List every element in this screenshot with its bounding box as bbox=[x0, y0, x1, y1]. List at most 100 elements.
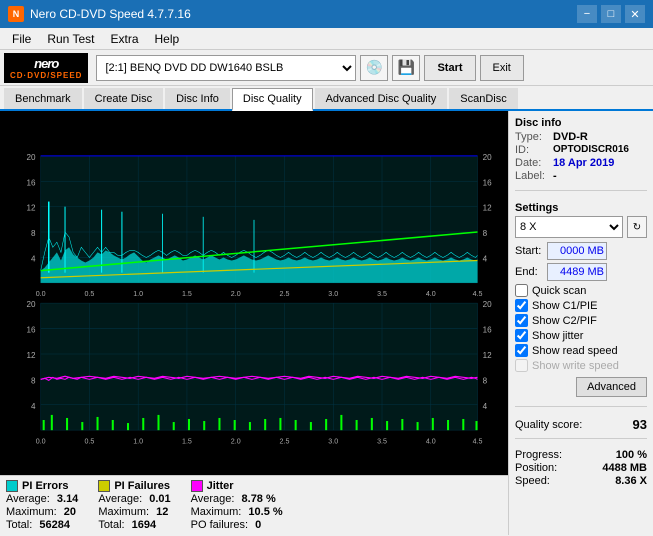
speed-row: 8 X ↻ bbox=[515, 216, 647, 238]
stats-bar: PI Errors Average: 3.14 Maximum: 20 Tota… bbox=[0, 475, 508, 535]
maximize-button[interactable]: □ bbox=[601, 5, 621, 23]
settings-title: Settings bbox=[515, 202, 647, 214]
quick-scan-label: Quick scan bbox=[532, 285, 586, 297]
svg-text:20: 20 bbox=[483, 300, 493, 309]
pi-errors-avg-label: Average: bbox=[6, 493, 50, 505]
pi-failures-max-label: Maximum: bbox=[98, 506, 149, 518]
show-read-speed-checkbox[interactable] bbox=[515, 344, 528, 357]
pi-errors-color bbox=[6, 480, 18, 492]
menubar: File Run Test Extra Help bbox=[0, 28, 653, 50]
jitter-color bbox=[191, 480, 203, 492]
pi-failures-color bbox=[98, 480, 110, 492]
right-panel: Disc info Type: DVD-R ID: OPTODISCR016 D… bbox=[508, 111, 653, 535]
quality-score-label: Quality score: bbox=[515, 419, 582, 431]
exit-button[interactable]: Exit bbox=[480, 55, 524, 81]
pi-errors-total-label: Total: bbox=[6, 519, 32, 531]
quick-scan-checkbox[interactable] bbox=[515, 284, 528, 297]
jitter-po-label: PO failures: bbox=[191, 519, 248, 531]
svg-text:1.5: 1.5 bbox=[182, 437, 192, 445]
svg-text:3.5: 3.5 bbox=[377, 290, 387, 298]
tab-scandisc[interactable]: ScanDisc bbox=[449, 88, 517, 109]
pi-errors-header: PI Errors bbox=[6, 480, 78, 492]
start-input[interactable] bbox=[547, 242, 607, 260]
disc-id-row: ID: OPTODISCR016 bbox=[515, 144, 647, 156]
show-c1-pie-checkbox[interactable] bbox=[515, 299, 528, 312]
eject-button[interactable]: 💿 bbox=[360, 55, 388, 81]
show-c2-pif-checkbox[interactable] bbox=[515, 314, 528, 327]
svg-text:16: 16 bbox=[27, 178, 37, 187]
progress-row: Progress: 100 % bbox=[515, 449, 647, 461]
pi-failures-max: Maximum: 12 bbox=[98, 506, 170, 518]
tab-benchmark[interactable]: Benchmark bbox=[4, 88, 82, 109]
svg-text:12: 12 bbox=[27, 204, 37, 213]
tab-disc-quality[interactable]: Disc Quality bbox=[232, 88, 313, 111]
show-jitter-row[interactable]: Show jitter bbox=[515, 329, 647, 342]
tab-create-disc[interactable]: Create Disc bbox=[84, 88, 163, 109]
progress-value: 100 % bbox=[616, 449, 647, 461]
speed-row: Speed: 8.36 X bbox=[515, 475, 647, 487]
speed-value: 8.36 X bbox=[615, 475, 647, 487]
show-jitter-checkbox[interactable] bbox=[515, 329, 528, 342]
start-mb-row: Start: bbox=[515, 242, 647, 260]
pi-errors-max-value: 20 bbox=[64, 506, 76, 518]
svg-text:3.0: 3.0 bbox=[328, 437, 338, 445]
jitter-avg-value: 8.78 % bbox=[242, 493, 276, 505]
svg-text:8: 8 bbox=[483, 229, 488, 238]
show-c1-pie-row[interactable]: Show C1/PIE bbox=[515, 299, 647, 312]
nero-logo-bottom: CD·DVD/SPEED bbox=[10, 71, 82, 80]
main-content: 20 16 12 8 4 20 16 12 8 4 bbox=[0, 111, 653, 535]
jitter-max: Maximum: 10.5 % bbox=[191, 506, 283, 518]
svg-text:4: 4 bbox=[483, 255, 488, 264]
position-row: Position: 4488 MB bbox=[515, 462, 647, 474]
start-label: Start: bbox=[515, 245, 543, 257]
pi-errors-total-value: 56284 bbox=[39, 519, 70, 531]
end-mb-row: End: bbox=[515, 263, 647, 281]
show-read-speed-row[interactable]: Show read speed bbox=[515, 344, 647, 357]
tab-bar: Benchmark Create Disc Disc Info Disc Qua… bbox=[0, 86, 653, 111]
speed-select[interactable]: 8 X bbox=[515, 216, 623, 238]
end-input[interactable] bbox=[547, 263, 607, 281]
menu-help[interactable]: Help bbox=[147, 30, 188, 48]
minimize-button[interactable]: − bbox=[577, 5, 597, 23]
svg-text:2.5: 2.5 bbox=[280, 437, 290, 445]
svg-text:0.5: 0.5 bbox=[84, 290, 94, 298]
pi-errors-max-label: Maximum: bbox=[6, 506, 57, 518]
tab-disc-info[interactable]: Disc Info bbox=[165, 88, 230, 109]
speed-refresh-button[interactable]: ↻ bbox=[627, 216, 647, 238]
start-button[interactable]: Start bbox=[424, 55, 475, 81]
jitter-header: Jitter bbox=[191, 480, 283, 492]
save-button[interactable]: 💾 bbox=[392, 55, 420, 81]
pi-failures-avg-label: Average: bbox=[98, 493, 142, 505]
settings-section: Settings 8 X ↻ Start: End: Quick scan bbox=[515, 202, 647, 400]
menu-file[interactable]: File bbox=[4, 30, 39, 48]
pi-failures-total-label: Total: bbox=[98, 519, 124, 531]
pi-failures-avg: Average: 0.01 bbox=[98, 493, 170, 505]
titlebar-controls[interactable]: − □ ✕ bbox=[577, 5, 645, 23]
pi-errors-total: Total: 56284 bbox=[6, 519, 78, 531]
svg-text:4: 4 bbox=[483, 402, 488, 411]
toolbar: nero CD·DVD/SPEED [2:1] BENQ DVD DD DW16… bbox=[0, 50, 653, 86]
menu-extra[interactable]: Extra bbox=[102, 30, 146, 48]
svg-text:8: 8 bbox=[31, 229, 36, 238]
pi-errors-label: PI Errors bbox=[22, 480, 68, 492]
close-button[interactable]: ✕ bbox=[625, 5, 645, 23]
svg-text:16: 16 bbox=[483, 326, 493, 335]
tab-advanced-disc-quality[interactable]: Advanced Disc Quality bbox=[315, 88, 448, 109]
show-c2-pif-row[interactable]: Show C2/PIF bbox=[515, 314, 647, 327]
svg-text:4: 4 bbox=[31, 255, 36, 264]
show-write-speed-checkbox[interactable] bbox=[515, 359, 528, 372]
svg-text:16: 16 bbox=[27, 326, 37, 335]
show-c1-pie-label: Show C1/PIE bbox=[532, 300, 597, 312]
titlebar-left: N Nero CD-DVD Speed 4.7.7.16 bbox=[8, 6, 191, 22]
advanced-button[interactable]: Advanced bbox=[576, 377, 647, 397]
menu-runtest[interactable]: Run Test bbox=[39, 30, 102, 48]
nero-logo: nero CD·DVD/SPEED bbox=[4, 53, 88, 83]
svg-text:12: 12 bbox=[483, 351, 493, 360]
disc-label-label: Label: bbox=[515, 170, 553, 182]
nero-logo-top: nero bbox=[34, 56, 58, 71]
pi-errors-avg: Average: 3.14 bbox=[6, 493, 78, 505]
drive-select[interactable]: [2:1] BENQ DVD DD DW1640 BSLB bbox=[96, 55, 356, 81]
quick-scan-row[interactable]: Quick scan bbox=[515, 284, 647, 297]
disc-type-label: Type: bbox=[515, 131, 553, 143]
disc-date-row: Date: 18 Apr 2019 bbox=[515, 157, 647, 169]
